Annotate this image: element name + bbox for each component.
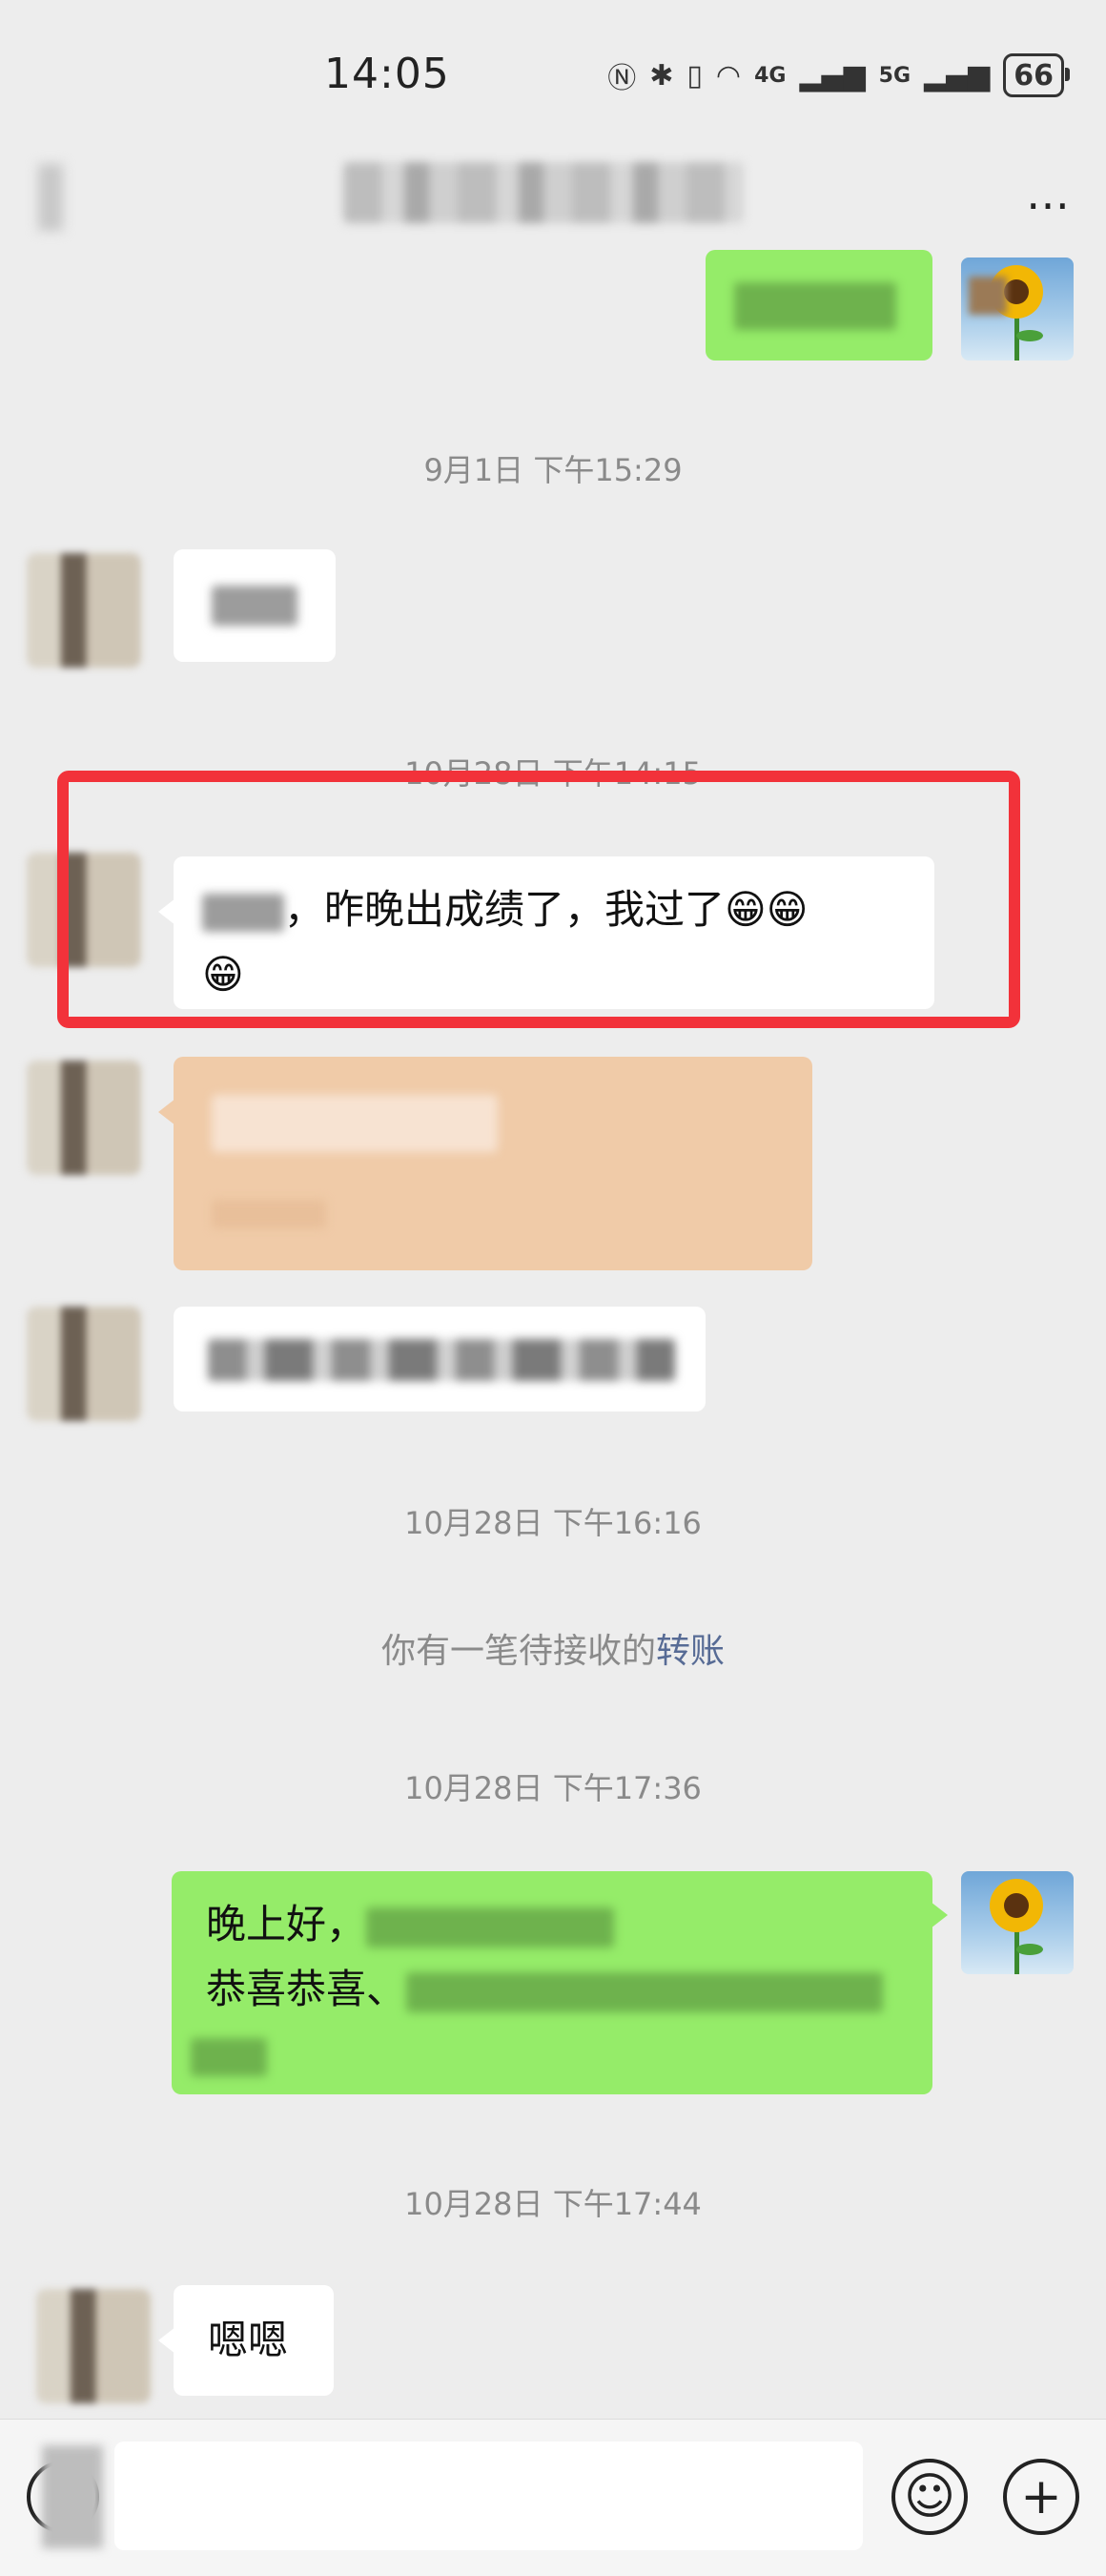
plus-icon: + bbox=[1020, 2468, 1062, 2525]
blurred-text bbox=[212, 1200, 326, 1228]
chat-title bbox=[343, 162, 744, 223]
status-time: 14:05 bbox=[324, 50, 450, 98]
transfer-notice: 你有一笔待接收的转账 bbox=[0, 1623, 1106, 1673]
signal-bars-icon: ▂▄▆ bbox=[924, 58, 991, 93]
timestamp: 10月28日 下午17:44 bbox=[404, 2186, 702, 2222]
smiley-icon: ☺ bbox=[903, 2468, 956, 2525]
message-text: 嗯嗯 bbox=[208, 2317, 289, 2363]
back-button[interactable] bbox=[38, 164, 63, 231]
more-button[interactable]: … bbox=[1026, 168, 1072, 219]
timestamp: 10月28日 下午17:36 bbox=[404, 1770, 702, 1806]
message-bubble-incoming[interactable]: 嗯嗯 bbox=[158, 2285, 334, 2396]
transfer-text: 你有一笔待接收的 bbox=[380, 1632, 656, 1671]
plus-button[interactable]: + bbox=[1003, 2459, 1079, 2535]
message-bubble-incoming[interactable] bbox=[174, 1307, 706, 1412]
self-avatar[interactable] bbox=[961, 258, 1074, 361]
message-card[interactable] bbox=[158, 1057, 812, 1270]
timestamp: 10月28日 下午16:16 bbox=[404, 1505, 702, 1541]
blurred-text bbox=[191, 2037, 267, 2076]
blurred-text bbox=[734, 282, 896, 330]
highlight-box bbox=[57, 771, 1020, 1028]
message-bubble-outgoing[interactable] bbox=[706, 250, 932, 361]
message-bubble-outgoing[interactable]: 晚上好， 恭喜恭喜、 bbox=[172, 1871, 948, 2094]
blurred-overlay bbox=[42, 2445, 103, 2548]
blurred-text bbox=[208, 1339, 675, 1381]
blurred-text bbox=[406, 1971, 884, 2012]
contact-avatar[interactable] bbox=[27, 1307, 141, 1421]
vibrate-icon: ▯ bbox=[686, 58, 703, 93]
nfc-icon: Ⓝ bbox=[607, 62, 637, 95]
message-bubble-incoming[interactable] bbox=[174, 549, 336, 662]
blurred-text bbox=[212, 1095, 498, 1152]
message-input[interactable] bbox=[114, 2442, 863, 2550]
4g-signal-icon: 4G bbox=[754, 63, 787, 88]
status-icons: Ⓝ ✱ ▯ ◠ 4G ▂▄▆ 5G ▂▄▆ 66 bbox=[607, 53, 1070, 97]
message-text: 晚上好， bbox=[206, 1901, 367, 1947]
contact-avatar[interactable] bbox=[36, 2289, 151, 2403]
blurred-text bbox=[212, 586, 297, 626]
wifi-icon: ◠ bbox=[715, 58, 742, 93]
contact-avatar[interactable] bbox=[27, 1061, 141, 1175]
timestamp: 9月1日 下午15:29 bbox=[423, 452, 683, 488]
bluetooth-icon: ✱ bbox=[649, 58, 674, 93]
sunflower-icon bbox=[990, 1879, 1043, 1974]
signal-bars-icon: ▂▄▆ bbox=[799, 58, 866, 93]
self-avatar[interactable] bbox=[961, 1871, 1074, 1974]
message-text: 恭喜恭喜、 bbox=[206, 1966, 407, 2012]
contact-avatar[interactable] bbox=[27, 553, 141, 668]
5g-signal-icon: 5G bbox=[878, 63, 911, 88]
blurred-text bbox=[366, 1906, 615, 1947]
transfer-link[interactable]: 转账 bbox=[656, 1632, 725, 1671]
emoji-button[interactable]: ☺ bbox=[891, 2459, 968, 2535]
battery-indicator: 66 bbox=[1003, 53, 1070, 97]
